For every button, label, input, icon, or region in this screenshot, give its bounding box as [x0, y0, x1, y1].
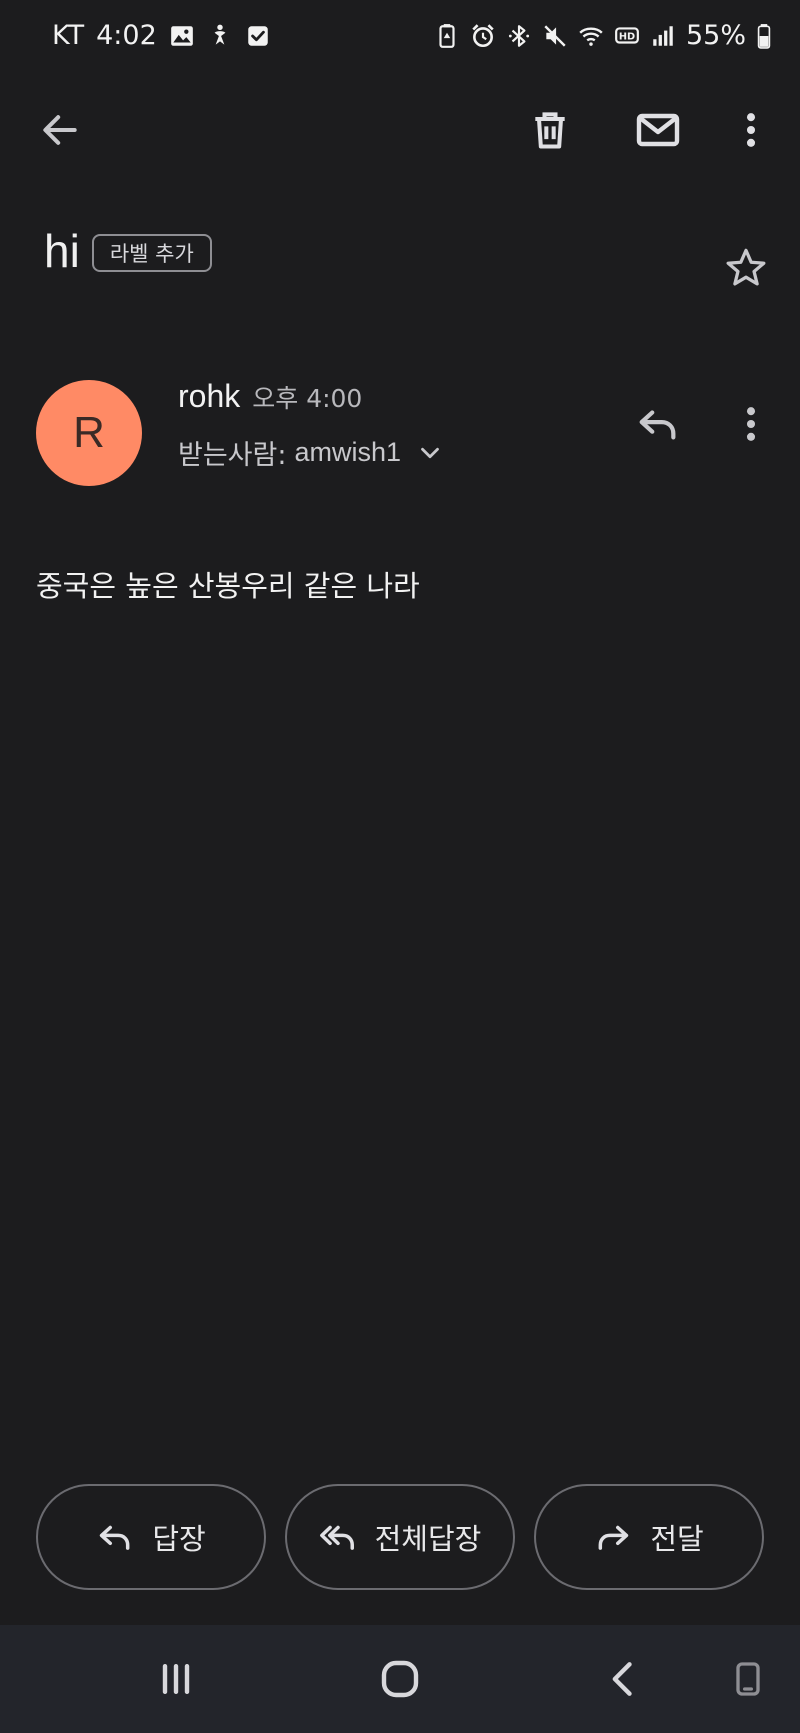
- status-right: HD 55%: [434, 20, 772, 51]
- taskbar-tray-button[interactable]: [716, 1647, 780, 1711]
- mute-icon: [542, 23, 568, 49]
- reply-button[interactable]: 답장: [36, 1484, 266, 1590]
- more-vert-icon: [746, 407, 756, 441]
- sender-avatar[interactable]: R: [36, 380, 142, 486]
- system-back-button[interactable]: [592, 1647, 656, 1711]
- message-body: 중국은 높은 산봉우리 같은 나라: [36, 569, 420, 603]
- svg-text:HD: HD: [619, 31, 635, 42]
- bluetooth-icon: [506, 23, 532, 49]
- reply-label: 답장: [152, 1522, 206, 1556]
- clock: 4:02: [96, 20, 157, 51]
- wifi-icon: [578, 23, 604, 49]
- recipient-details-toggle[interactable]: 받는사람: amwish1: [178, 433, 445, 472]
- more-vert-icon: [746, 113, 756, 147]
- star-button[interactable]: [710, 232, 782, 304]
- recent-apps-button[interactable]: [144, 1647, 208, 1711]
- checkbox-icon: [245, 23, 271, 49]
- signal-icon: [650, 23, 676, 49]
- mark-unread-button[interactable]: [622, 94, 694, 166]
- recipient-prefix: 받는사람:: [178, 440, 287, 471]
- battery-percent: 55%: [685, 20, 746, 51]
- sender-block: rohk 오후 4:00 받는사람: amwish1: [178, 378, 445, 472]
- reply-all-icon: [319, 1525, 354, 1550]
- quick-reply-button[interactable]: [622, 388, 694, 460]
- delete-button[interactable]: [514, 94, 586, 166]
- message-more-button[interactable]: [715, 388, 787, 460]
- alarm-icon: [470, 23, 496, 49]
- tray-icon: [736, 1662, 760, 1696]
- gallery-icon: [169, 23, 195, 49]
- mail-icon: [636, 113, 680, 147]
- sender-name[interactable]: rohk: [178, 378, 240, 415]
- more-options-button[interactable]: [715, 94, 787, 166]
- reply-icon: [100, 1525, 130, 1550]
- chevron-down-icon: [421, 447, 439, 458]
- hd-voice-icon: HD: [614, 23, 640, 49]
- home-icon: [381, 1660, 419, 1698]
- home-button[interactable]: [368, 1647, 432, 1711]
- recent-apps-icon: [162, 1663, 190, 1695]
- battery-icon: [756, 23, 772, 49]
- trash-icon: [535, 112, 565, 149]
- status-left: KT 4:02: [52, 20, 271, 51]
- carrier-label: KT: [52, 20, 85, 51]
- accessibility-icon: [207, 23, 233, 49]
- recipient-name: amwish1: [294, 437, 402, 467]
- forward-icon: [598, 1525, 629, 1550]
- subject-row: hi 라벨 추가: [44, 224, 212, 278]
- sender-line: rohk 오후 4:00: [178, 378, 445, 415]
- back-icon: [612, 1662, 632, 1696]
- forward-label: 전달: [650, 1522, 704, 1556]
- reply-icon: [639, 410, 676, 440]
- back-arrow-icon: [43, 115, 77, 145]
- email-subject: hi: [44, 225, 80, 277]
- sent-time: 오후 4:00: [252, 384, 363, 413]
- reply-all-label: 전체답장: [374, 1522, 482, 1556]
- action-buttons: 답장 전체답장 전달: [36, 1484, 764, 1590]
- back-button[interactable]: [24, 94, 96, 166]
- top-app-bar: [0, 90, 800, 170]
- forward-button[interactable]: 전달: [534, 1484, 764, 1590]
- battery-saver-icon: [434, 23, 460, 49]
- system-navigation-bar: [0, 1625, 800, 1733]
- star-icon: [726, 248, 766, 286]
- status-bar: KT 4:02 HD 55%: [0, 0, 800, 78]
- add-label-chip[interactable]: 라벨 추가: [91, 234, 212, 272]
- reply-all-button[interactable]: 전체답장: [285, 1484, 515, 1590]
